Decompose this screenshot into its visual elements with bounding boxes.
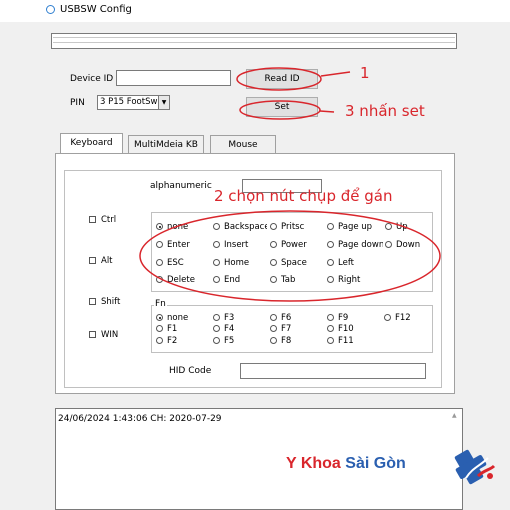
annotation-arrow-3: [319, 110, 335, 113]
brand-part2: Sài Gòn: [345, 455, 406, 472]
annotation-step-3: 3 nhấn set: [345, 102, 425, 120]
annotation-arrow-1: [320, 71, 351, 77]
annotation-step-1: 1: [360, 64, 370, 82]
brand-logo-icon: [454, 449, 496, 485]
annotation-ellipse-keys: [139, 210, 441, 302]
annotation-ellipse-set: [239, 100, 321, 120]
annotation-overlay: [139, 67, 441, 302]
brand-part1: Y Khoa: [286, 455, 346, 472]
annotation-step-2: 2 chọn nút chụp để gán: [214, 187, 393, 205]
annotation-ellipse-read-id: [236, 67, 322, 91]
brand-logo-text: Y Khoa Sài Gòn: [286, 455, 406, 473]
